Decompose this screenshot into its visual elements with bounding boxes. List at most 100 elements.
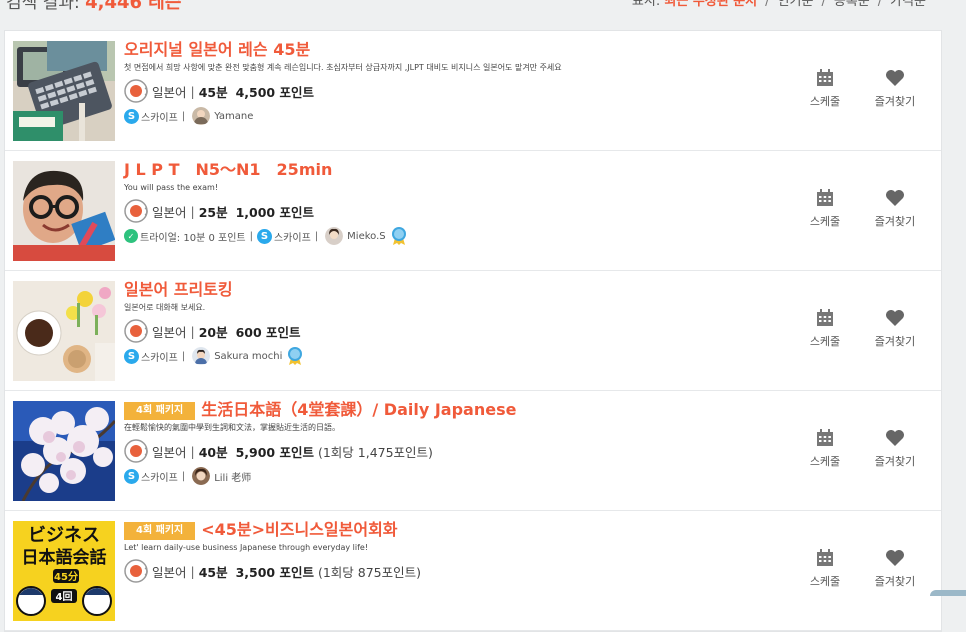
schedule-button[interactable]: 스케줄 — [795, 189, 855, 229]
heart-icon — [886, 310, 904, 326]
electronic-dictionary-image — [13, 41, 115, 141]
thumb-line-4: 4回 — [56, 591, 73, 603]
favorite-button[interactable]: 즐겨찾기 — [865, 549, 925, 589]
lesson-meta: 일본어 | 45분 4,500 포인트 — [124, 77, 764, 105]
package-badge: 4회 패키지 — [124, 521, 196, 540]
certified-medal-icon — [288, 347, 303, 365]
package-badge: 4회 패키지 — [124, 401, 196, 420]
skype-icon: S — [124, 348, 139, 364]
lesson-row[interactable]: ビジネス 日本語会話 45分 4回 4회 패키지 <45분>비즈니스일본어회화 L… — [5, 511, 941, 631]
sort-registered-link[interactable]: 등록순 — [834, 0, 870, 9]
platform-label: 스카이프 — [141, 352, 178, 364]
lesson-title-text[interactable]: J L P T N5～N1 25min — [124, 160, 332, 179]
language-label: 일본어 — [152, 324, 187, 340]
favorite-button[interactable]: 즐겨찾기 — [865, 69, 925, 109]
sort-price-link[interactable]: 가격순 — [890, 0, 926, 9]
per-session-price: (1회당 1,475포인트) — [317, 444, 433, 460]
platform-label: 스카이프 — [273, 232, 311, 244]
lesson-row[interactable]: 4회 패키지 生活日本語（4堂套課）/ Daily Japanese 在輕鬆愉快的… — [5, 391, 941, 511]
heart-icon — [886, 190, 904, 206]
lesson-info: 4회 패키지 <45분>비즈니스일본어회화 Let' learn daily-us… — [124, 519, 764, 585]
sort-label: 표시: — [631, 0, 661, 9]
coffee-cup-icon — [124, 559, 148, 583]
schedule-button[interactable]: 스케줄 — [795, 309, 855, 349]
teacher-avatar[interactable] — [325, 227, 344, 245]
schedule-label: 스케줄 — [809, 95, 841, 108]
certified-medal-icon — [391, 227, 406, 245]
lesson-meta: 일본어 | 45분 3,500 포인트 (1회당 875포인트) — [124, 557, 764, 585]
result-summary: 검색 결과: 4,446 레슨 — [6, 0, 181, 14]
calendar-icon — [817, 309, 833, 326]
trial-label: 트라이얼: 10분 0 포인트 — [140, 232, 246, 244]
heart-icon — [886, 430, 904, 446]
heart-icon — [886, 550, 904, 566]
lesson-thumbnail[interactable]: ビジネス 日本語会話 45分 4回 — [13, 521, 115, 621]
lesson-description: Let' learn daily-use business Japanese t… — [124, 543, 369, 552]
teacher-name[interactable]: Mieko.S — [347, 231, 385, 242]
teacher-name[interactable]: Yamane — [214, 111, 253, 122]
lesson-duration: 25분 — [198, 204, 228, 220]
coffee-cup-icon — [124, 439, 148, 463]
lesson-price: 4,500 포인트 — [235, 84, 314, 100]
per-session-price: (1회당 875포인트) — [317, 564, 422, 580]
lesson-price: 600 포인트 — [235, 324, 301, 340]
lesson-title-text[interactable]: 일본어 프리토킹 — [124, 280, 233, 299]
sort-popular-link[interactable]: 인기순 — [778, 0, 814, 9]
lesson-description: 첫 면접에서 희망 사항에 맞춘 완전 맞춤형 계속 레슨입니다. 초심자부터 … — [124, 63, 562, 72]
lesson-thumbnail[interactable] — [13, 401, 115, 501]
favorite-button[interactable]: 즐겨찾기 — [865, 429, 925, 469]
teacher-name[interactable]: Sakura mochi — [214, 351, 282, 362]
lesson-price: 3,500 포인트 — [235, 564, 314, 580]
favorite-button[interactable]: 즐겨찾기 — [865, 189, 925, 229]
lesson-meta: 일본어 | 25분 1,000 포인트 — [124, 197, 764, 225]
lesson-description: 일본어로 대화해 보세요. — [124, 303, 206, 312]
lesson-title-text[interactable]: <45분>비즈니스일본어회화 — [201, 520, 397, 539]
schedule-label: 스케줄 — [809, 455, 841, 468]
teacher-avatar[interactable] — [192, 107, 211, 125]
schedule-button[interactable]: 스케줄 — [795, 69, 855, 109]
thumb-line-2: 日本語会話 — [22, 547, 107, 568]
platform-label: 스카이프 — [141, 472, 178, 484]
heart-icon — [886, 70, 904, 86]
sort-recent-link[interactable]: 최근 수정된 순서 — [664, 0, 757, 9]
favorite-button[interactable]: 즐겨찾기 — [865, 309, 925, 349]
schedule-label: 스케줄 — [809, 575, 841, 588]
teacher-avatar[interactable] — [192, 467, 211, 485]
lesson-title[interactable]: 4회 패키지 <45분>비즈니스일본어회화 — [124, 519, 764, 541]
favorite-label: 즐겨찾기 — [874, 335, 916, 348]
calendar-icon — [817, 189, 833, 206]
lesson-row[interactable]: 일본어 프리토킹 일본어로 대화해 보세요. 일본어 | 20분 600 포인트 S… — [5, 271, 941, 391]
lesson-title-text[interactable]: 오리지널 일본어 레슨 45분 — [124, 40, 310, 59]
lesson-thumbnail[interactable] — [13, 41, 115, 141]
schedule-button[interactable]: 스케줄 — [795, 429, 855, 469]
lesson-thumbnail[interactable] — [13, 281, 115, 381]
thumb-line-1: ビジネス — [28, 525, 100, 546]
favorite-label: 즐겨찾기 — [874, 95, 916, 108]
lesson-duration: 20분 — [198, 324, 228, 340]
lesson-price: 1,000 포인트 — [235, 204, 314, 220]
teacher-avatar[interactable] — [192, 347, 211, 365]
coffee-cup-icon — [124, 319, 148, 343]
chat-widget-tab[interactable] — [930, 590, 966, 596]
lesson-title[interactable]: J L P T N5～N1 25min — [124, 159, 764, 181]
lesson-thumbnail[interactable] — [13, 161, 115, 261]
lesson-row[interactable]: J L P T N5～N1 25min You will pass the ex… — [5, 151, 941, 271]
business-japanese-image: ビジネス 日本語会話 45分 4回 — [13, 521, 115, 621]
platform-label: 스카이프 — [141, 112, 178, 124]
lesson-title[interactable]: 일본어 프리토킹 — [124, 279, 764, 301]
lesson-description: You will pass the exam! — [124, 183, 219, 192]
schedule-button[interactable]: 스케줄 — [795, 549, 855, 589]
lesson-title[interactable]: 4회 패키지 生活日本語（4堂套課）/ Daily Japanese — [124, 399, 764, 421]
teacher-line: ✓ 트라이얼: 10분 0 포인트 | S 스카이프 | Mieko.S — [124, 226, 764, 246]
lesson-title-text[interactable]: 生活日本語（4堂套課）/ Daily Japanese — [201, 400, 516, 419]
lesson-description: 在輕鬆愉快的氣圍中學到生詞和文法，掌握貼近生活的日語。 — [124, 423, 340, 432]
lesson-row[interactable]: 오리지널 일본어 레슨 45분 첫 면접에서 희망 사항에 맞춘 완전 맞춤형 … — [5, 31, 941, 151]
result-label: 검색 결과: — [6, 0, 80, 13]
lesson-title[interactable]: 오리지널 일본어 레슨 45분 — [124, 39, 764, 61]
lesson-info: 일본어 프리토킹 일본어로 대화해 보세요. 일본어 | 20분 600 포인트 S… — [124, 279, 764, 366]
schedule-label: 스케줄 — [809, 335, 841, 348]
teacher-line: S 스카이프 | Lili 老师 — [124, 466, 764, 486]
teacher-name[interactable]: Lili 老师 — [214, 469, 251, 484]
trial-icon: ✓ — [124, 229, 138, 243]
language-label: 일본어 — [152, 564, 187, 580]
